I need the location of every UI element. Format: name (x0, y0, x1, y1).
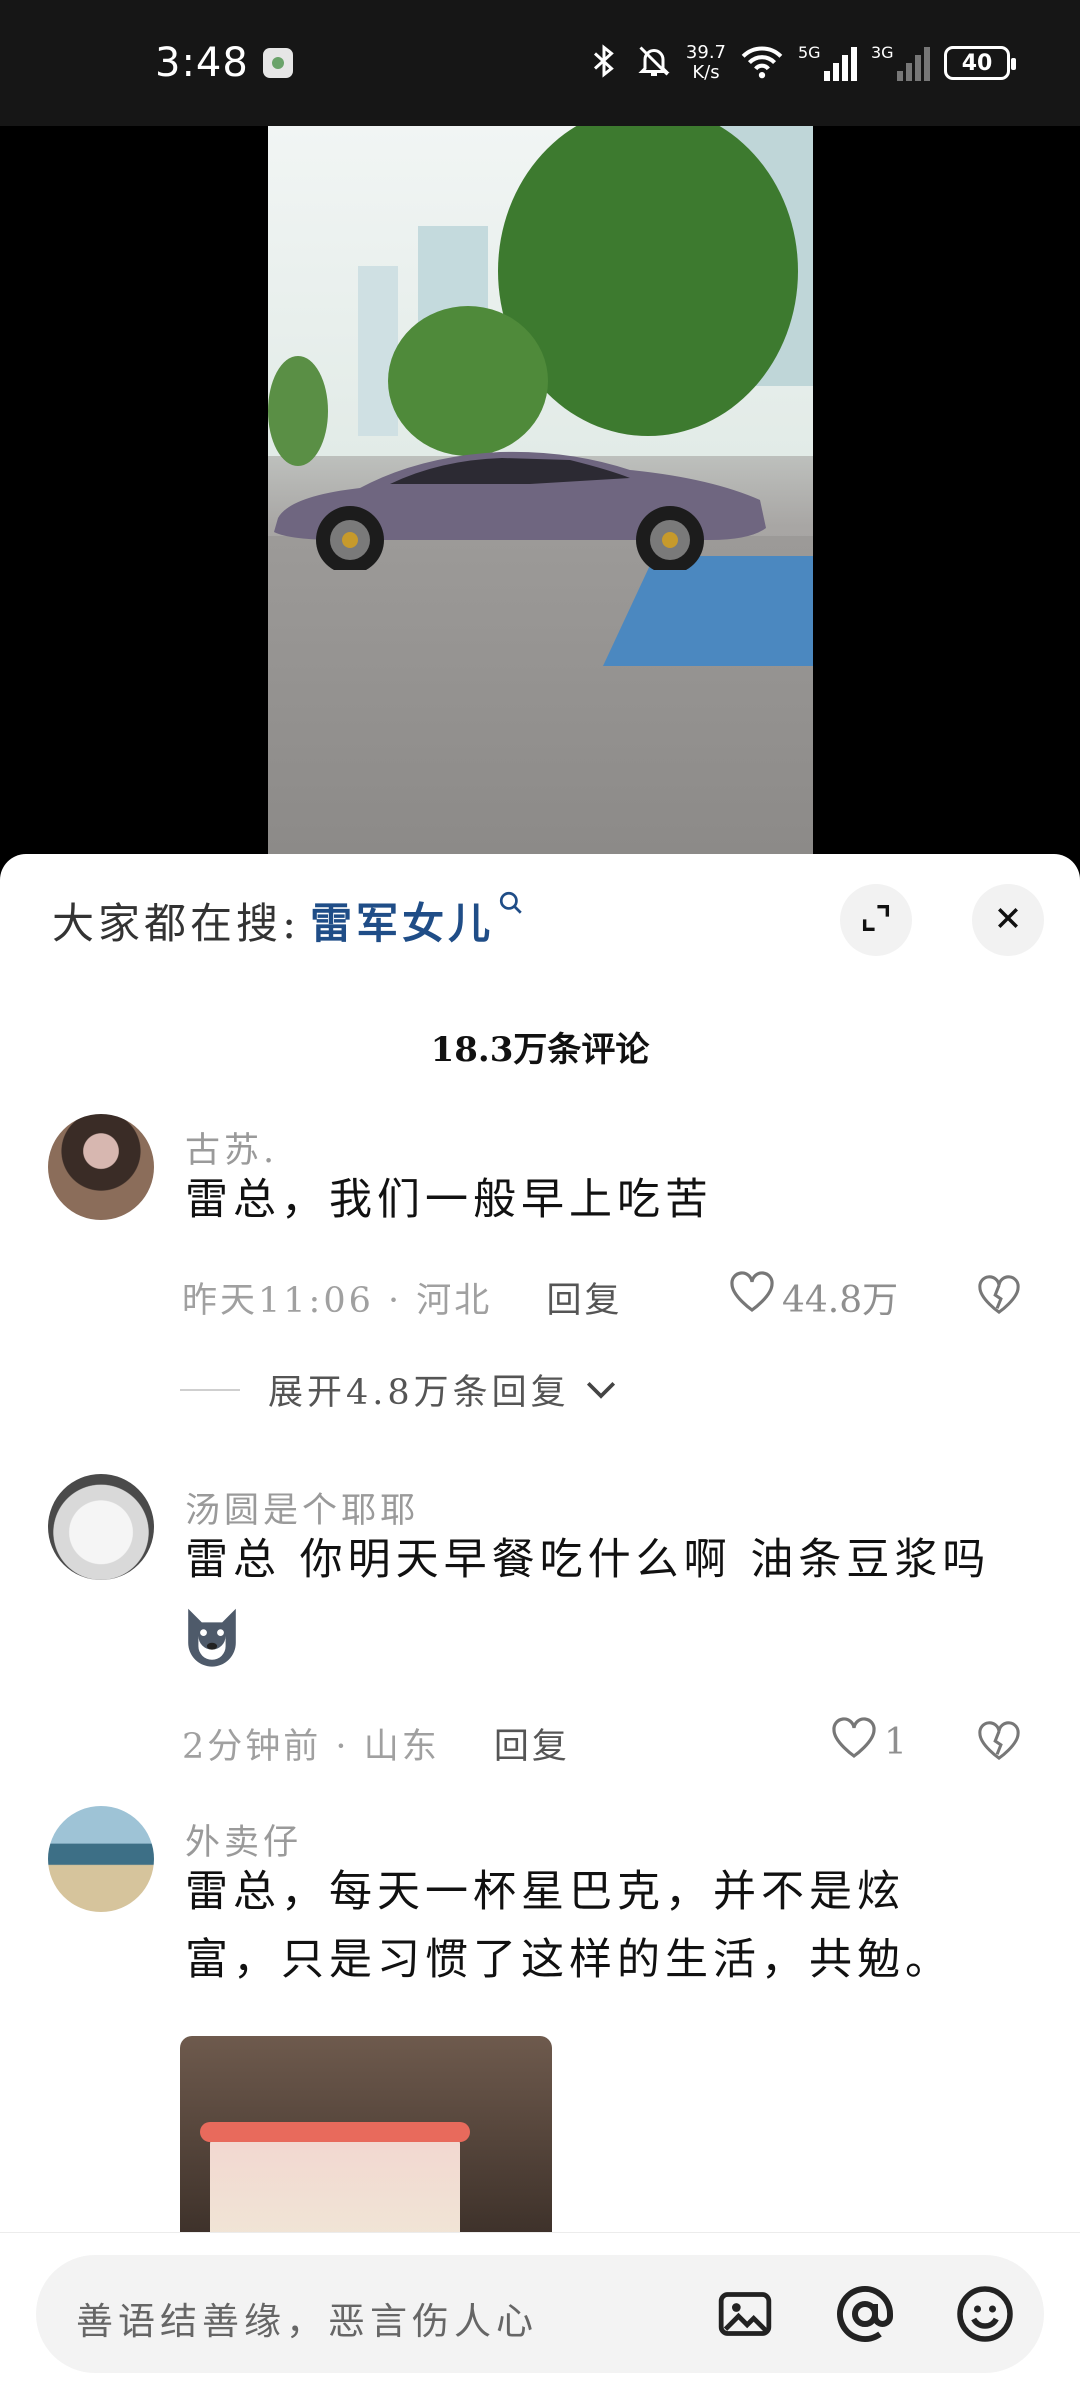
close-icon (993, 903, 1023, 937)
comment-text: 雷总，我们一般早上吃苦 (185, 1175, 713, 1225)
at-icon[interactable] (834, 2283, 896, 2345)
coffee-cup (210, 2136, 460, 2246)
coffee-cup-lid (200, 2122, 470, 2142)
expand-divider (180, 1388, 240, 1391)
battery-icon: 40 (944, 46, 1016, 80)
image-icon[interactable] (714, 2283, 776, 2345)
status-time: 3:48 (155, 40, 249, 86)
avatar[interactable] (48, 1114, 154, 1220)
reply-button[interactable]: 回复 (494, 1727, 570, 1767)
comment-text: 雷总 你明天早餐吃什么啊 油条豆浆吗 (185, 1535, 991, 1585)
comment-image[interactable] (180, 2036, 552, 2246)
mute-icon (636, 43, 672, 84)
comment-location: 山东 (363, 1727, 440, 1767)
search-icon (498, 890, 524, 923)
comment-time: 昨天11:06 (182, 1281, 374, 1321)
reply-button[interactable]: 回复 (546, 1281, 622, 1321)
avatar[interactable] (48, 1474, 154, 1580)
expand-replies[interactable]: 展开4.8万条回复 (180, 1364, 618, 1415)
meta-separator: · (335, 1727, 364, 1767)
dislike-button[interactable] (976, 1720, 1022, 1766)
video-building (358, 266, 398, 436)
net-speed: 39.7 K/s (686, 43, 726, 83)
notification-app-icon (262, 48, 293, 78)
net-speed-unit: K/s (692, 62, 720, 83)
net-speed-value: 39.7 (685, 42, 726, 63)
comment-sheet: 大家都在搜: 雷军女儿 18.3万条评论 古苏. 雷总，我们一般早上吃苦 昨天1… (0, 854, 1080, 2400)
comment-meta: 2分钟前 · 山东 回复 (182, 1718, 570, 1769)
chevron-down-icon (584, 1370, 618, 1410)
comment-input-placeholder: 善语结善缘，恶言伤人心 (76, 2300, 538, 2343)
close-button[interactable] (972, 884, 1044, 956)
bluetooth-icon (586, 43, 622, 84)
dislike-button[interactable] (976, 1274, 1022, 1320)
emoji-icon[interactable] (954, 2283, 1016, 2345)
like-count: 44.8万 (782, 1279, 899, 1321)
search-suggestion-keyword[interactable]: 雷军女儿 (310, 890, 494, 951)
meta-separator: · (388, 1281, 417, 1321)
like-count: 1 (884, 1722, 907, 1763)
broken-heart-icon (976, 1721, 1022, 1766)
video-player[interactable] (268, 126, 813, 854)
signal-sim1-icon: 5G (798, 43, 857, 81)
comment-count: 18.3万条评论 (430, 1030, 650, 1070)
video-car (270, 448, 770, 570)
expand-replies-label: 展开4.8万条回复 (268, 1373, 570, 1413)
sim1-label: 5G (798, 43, 821, 62)
comment-text: 雷总，每天一杯星巴克，并不是炫富，只是习惯了这样的生活，共勉。 (185, 1867, 953, 1985)
comment-time: 2分钟前 (182, 1727, 322, 1767)
search-suggestion[interactable]: 大家都在搜: 雷军女儿 (52, 890, 524, 951)
comment-meta: 昨天11:06 · 河北 回复 (182, 1272, 622, 1323)
comment-input-bar: 善语结善缘，恶言伤人心 (0, 2232, 1080, 2401)
heart-icon (728, 1270, 782, 1323)
wifi-icon (740, 43, 784, 84)
expand-button[interactable] (840, 884, 912, 956)
status-bar: 3:48 39.7 K/s 5G 3G 40 (0, 0, 1080, 126)
comment-input[interactable]: 善语结善缘，恶言伤人心 (36, 2255, 1044, 2373)
heart-icon (830, 1716, 884, 1769)
signal-sim2-icon: 3G (871, 43, 930, 81)
expand-icon (859, 901, 893, 939)
search-suggestion-prefix: 大家都在搜: (52, 899, 301, 948)
like-button[interactable]: 1 (830, 1716, 907, 1769)
broken-heart-icon (976, 1275, 1022, 1320)
avatar[interactable] (48, 1806, 154, 1912)
comment-location: 河北 (416, 1281, 493, 1321)
like-button[interactable]: 44.8万 (728, 1270, 898, 1323)
sim2-label: 3G (871, 43, 894, 62)
video-tree (388, 306, 548, 456)
husky-sticker-icon (178, 1602, 246, 1670)
